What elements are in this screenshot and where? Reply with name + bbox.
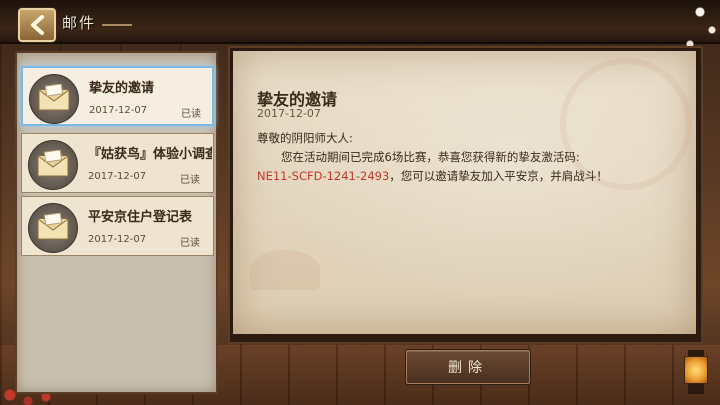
- mail-status: 已读: [180, 175, 200, 186]
- chevron-left-icon: [31, 15, 44, 35]
- mail-item-survey[interactable]: 『姑获鸟』体验小调查 2017-12-07 已读: [21, 133, 214, 193]
- mail-status: 已读: [180, 238, 200, 249]
- envelope-icon: [29, 74, 79, 124]
- mail-item-friend-invite[interactable]: 挚友的邀请 2017-12-07 已读: [21, 66, 214, 126]
- mail-item-registration[interactable]: 平安京住户登记表 2017-12-07 已读: [21, 196, 214, 256]
- envelope-icon: [28, 140, 78, 190]
- activation-code[interactable]: NE11-SCFD-1241-2493: [257, 169, 389, 183]
- title-divider: [102, 24, 132, 26]
- envelope-icon: [28, 203, 78, 253]
- mail-date: 2017-12-07: [88, 171, 147, 182]
- mail-status: 已读: [181, 109, 201, 120]
- letter-text: 您在活动期间已完成6场比赛，恭喜您获得新的挚友激活码:: [281, 150, 580, 164]
- mail-date: 2017-12-07: [89, 105, 148, 116]
- letter-text: ，您可以邀请挚友加入平安京，并肩战斗！: [389, 169, 608, 183]
- mail-list-panel: 挚友的邀请 2017-12-07 已读 『姑获鸟』体验小调查 2017-12-0…: [15, 51, 218, 394]
- mail-title: 平安京住户登记表: [88, 210, 193, 225]
- top-beam: [0, 0, 720, 44]
- letter-date: 2017-12-07: [257, 107, 321, 120]
- back-button[interactable]: [18, 8, 56, 42]
- mail-date: 2017-12-07: [88, 234, 147, 245]
- delete-button[interactable]: 删除: [406, 350, 530, 384]
- letter-paragraph: 您在活动期间已完成6场比赛，恭喜您获得新的挚友激活码: NE11-SCFD-124…: [257, 148, 677, 186]
- mail-title: 挚友的邀请: [89, 81, 155, 96]
- watermark-decoration: [250, 250, 320, 290]
- page-title: 邮件: [62, 14, 97, 32]
- lantern-icon: [684, 350, 708, 394]
- letter-body: 尊敬的阴阳师大人: 您在活动期间已完成6场比赛，恭喜您获得新的挚友激活码: NE1…: [257, 129, 677, 186]
- letter-greeting: 尊敬的阴阳师大人:: [257, 131, 353, 145]
- mail-title: 『姑获鸟』体验小调查: [88, 147, 212, 162]
